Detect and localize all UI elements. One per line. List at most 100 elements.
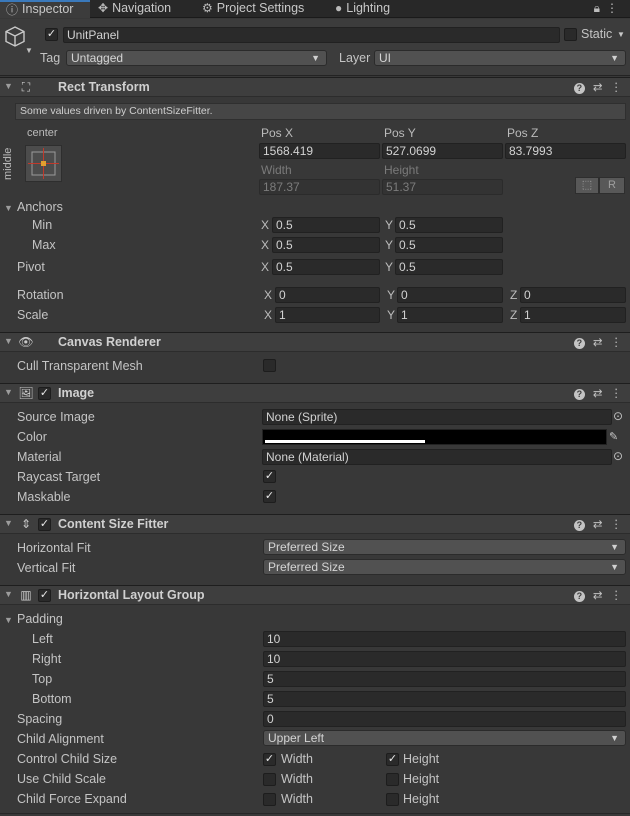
horizontal-fit-dropdown[interactable]: Preferred Size ▼ bbox=[263, 539, 626, 555]
scale-height-label: Height bbox=[403, 772, 440, 786]
help-icon[interactable]: ? bbox=[573, 338, 585, 349]
vertical-fit-dropdown[interactable]: Preferred Size ▼ bbox=[263, 559, 626, 575]
tab-project-settings[interactable]: ⚙ Project Settings bbox=[202, 0, 327, 18]
spacing-field[interactable]: 0 bbox=[263, 711, 626, 727]
cull-transparent-mesh-label: Cull Transparent Mesh bbox=[17, 359, 143, 373]
help-icon[interactable]: ? bbox=[573, 591, 585, 602]
foldout-arrow-icon[interactable]: ▼ bbox=[4, 81, 13, 91]
width-field: 187.37 bbox=[259, 179, 380, 195]
more-icon[interactable]: ⋮ bbox=[611, 386, 623, 400]
object-picker-icon[interactable]: ⊙ bbox=[613, 409, 623, 423]
static-checkbox[interactable] bbox=[564, 28, 577, 41]
tab-lighting[interactable]: ● Lighting bbox=[335, 0, 415, 18]
pos-z-field[interactable]: 83.7993 bbox=[505, 143, 626, 159]
scale-height-checkbox[interactable] bbox=[386, 773, 399, 786]
color-swatch[interactable] bbox=[262, 429, 607, 445]
image-enabled-checkbox[interactable]: ✓ bbox=[38, 387, 51, 400]
material-field[interactable]: None (Material) bbox=[262, 449, 612, 465]
scale-z-field[interactable]: 1 bbox=[520, 307, 626, 323]
tag-dropdown[interactable]: Untagged ▼ bbox=[66, 50, 327, 66]
padding-foldout-icon[interactable]: ▼ bbox=[4, 615, 13, 625]
child-alignment-label: Child Alignment bbox=[17, 732, 104, 746]
more-icon[interactable]: ⋮ bbox=[611, 517, 623, 531]
anchors-label[interactable]: Anchors bbox=[17, 200, 63, 214]
anchor-presets-button[interactable] bbox=[25, 145, 62, 182]
navigation-icon: ✥ bbox=[98, 1, 109, 16]
expand-height-checkbox[interactable] bbox=[386, 793, 399, 806]
cull-transparent-mesh-checkbox[interactable] bbox=[263, 359, 276, 372]
raw-edit-button[interactable]: R bbox=[599, 177, 625, 194]
tab-navigation[interactable]: ✥ Navigation bbox=[98, 0, 193, 18]
tab-inspector[interactable]: ⓘ Inspector bbox=[0, 0, 90, 18]
anchor-min-y-field[interactable]: 0.5 bbox=[395, 217, 503, 233]
anchor-min-x-field[interactable]: 0.5 bbox=[272, 217, 380, 233]
anchor-max-y-field[interactable]: 0.5 bbox=[395, 237, 503, 253]
image-header[interactable]: ▼ 🖼︎ ✓ Image ? ⇄ ⋮ bbox=[0, 383, 630, 403]
bottom-divider bbox=[0, 813, 630, 814]
expand-width-checkbox[interactable] bbox=[263, 793, 276, 806]
source-image-field[interactable]: None (Sprite) bbox=[262, 409, 612, 425]
presets-icon[interactable]: ⇄ bbox=[593, 80, 603, 94]
blueprint-mode-button[interactable]: ⬚ bbox=[575, 177, 599, 194]
axis-x-label: X bbox=[264, 308, 273, 322]
tag-label: Tag bbox=[40, 51, 61, 65]
rotation-y-field[interactable]: 0 bbox=[397, 287, 503, 303]
padding-bottom-field[interactable]: 5 bbox=[263, 691, 626, 707]
active-toggle[interactable]: ✓ bbox=[45, 28, 58, 41]
layout-group-enabled-checkbox[interactable]: ✓ bbox=[38, 589, 51, 602]
presets-icon[interactable]: ⇄ bbox=[593, 335, 603, 349]
child-alignment-dropdown[interactable]: Upper Left ▼ bbox=[263, 730, 626, 746]
scale-y-field[interactable]: 1 bbox=[397, 307, 503, 323]
scale-width-checkbox[interactable] bbox=[263, 773, 276, 786]
layer-dropdown[interactable]: UI ▼ bbox=[374, 50, 626, 66]
anchor-max-x-field[interactable]: 0.5 bbox=[272, 237, 380, 253]
foldout-arrow-icon[interactable]: ▼ bbox=[4, 589, 13, 599]
maskable-checkbox[interactable]: ✓ bbox=[263, 490, 276, 503]
presets-icon[interactable]: ⇄ bbox=[593, 386, 603, 400]
raycast-target-checkbox[interactable]: ✓ bbox=[263, 470, 276, 483]
scale-x-field[interactable]: 1 bbox=[275, 307, 380, 323]
pivot-y-field[interactable]: 0.5 bbox=[395, 259, 503, 275]
static-dropdown-arrow-icon[interactable]: ▼ bbox=[617, 30, 625, 39]
more-icon[interactable]: ⋮ bbox=[606, 1, 624, 15]
pos-x-field[interactable]: 1568.419 bbox=[259, 143, 380, 159]
content-size-fitter-header[interactable]: ▼ ⇕ ✓ Content Size Fitter ? ⇄ ⋮ bbox=[0, 514, 630, 534]
pivot-x-field[interactable]: 0.5 bbox=[272, 259, 380, 275]
eyedropper-icon[interactable]: ✎ bbox=[609, 430, 618, 443]
horizontal-layout-group-header[interactable]: ▼ ▥ ✓ Horizontal Layout Group ? ⇄ ⋮ bbox=[0, 585, 630, 605]
foldout-arrow-icon[interactable]: ▼ bbox=[4, 387, 13, 397]
eye-icon: 👁︎ bbox=[18, 335, 34, 349]
canvas-renderer-header[interactable]: ▼ 👁︎ Canvas Renderer ? ⇄ ⋮ bbox=[0, 332, 630, 352]
more-icon[interactable]: ⋮ bbox=[611, 80, 623, 94]
foldout-arrow-icon[interactable]: ▼ bbox=[4, 518, 13, 528]
padding-label[interactable]: Padding bbox=[17, 612, 63, 626]
help-icon[interactable]: ? bbox=[573, 83, 585, 94]
control-height-checkbox[interactable]: ✓ bbox=[386, 753, 399, 766]
foldout-arrow-icon[interactable]: ▼ bbox=[4, 336, 13, 346]
lock-icon[interactable]: 🔒︎ bbox=[594, 1, 606, 15]
anchor-horizontal-label: center bbox=[27, 127, 58, 139]
presets-icon[interactable]: ⇄ bbox=[593, 517, 603, 531]
static-label[interactable]: Static bbox=[581, 27, 612, 41]
object-name-field[interactable]: UnitPanel bbox=[63, 27, 560, 43]
rotation-z-field[interactable]: 0 bbox=[520, 287, 626, 303]
help-icon[interactable]: ? bbox=[573, 520, 585, 531]
more-icon[interactable]: ⋮ bbox=[611, 588, 623, 602]
rotation-x-field[interactable]: 0 bbox=[275, 287, 380, 303]
more-icon[interactable]: ⋮ bbox=[611, 335, 623, 349]
help-icon[interactable]: ? bbox=[573, 389, 585, 400]
anchors-foldout-icon[interactable]: ▼ bbox=[4, 203, 13, 213]
gameobject-cube-icon[interactable] bbox=[4, 25, 26, 49]
object-picker-icon[interactable]: ⊙ bbox=[613, 449, 623, 463]
padding-left-field[interactable]: 10 bbox=[263, 631, 626, 647]
control-width-checkbox[interactable]: ✓ bbox=[263, 753, 276, 766]
spacing-label: Spacing bbox=[17, 712, 63, 726]
cube-dropdown-arrow-icon[interactable]: ▼ bbox=[25, 46, 33, 55]
pos-y-field[interactable]: 527.0699 bbox=[382, 143, 503, 159]
padding-top-field[interactable]: 5 bbox=[263, 671, 626, 687]
width-label: Width bbox=[261, 163, 292, 177]
rect-transform-header[interactable]: ▼ ⛶ Rect Transform ? ⇄ ⋮ bbox=[0, 77, 630, 97]
content-size-fitter-enabled-checkbox[interactable]: ✓ bbox=[38, 518, 51, 531]
presets-icon[interactable]: ⇄ bbox=[593, 588, 603, 602]
padding-right-field[interactable]: 10 bbox=[263, 651, 626, 667]
